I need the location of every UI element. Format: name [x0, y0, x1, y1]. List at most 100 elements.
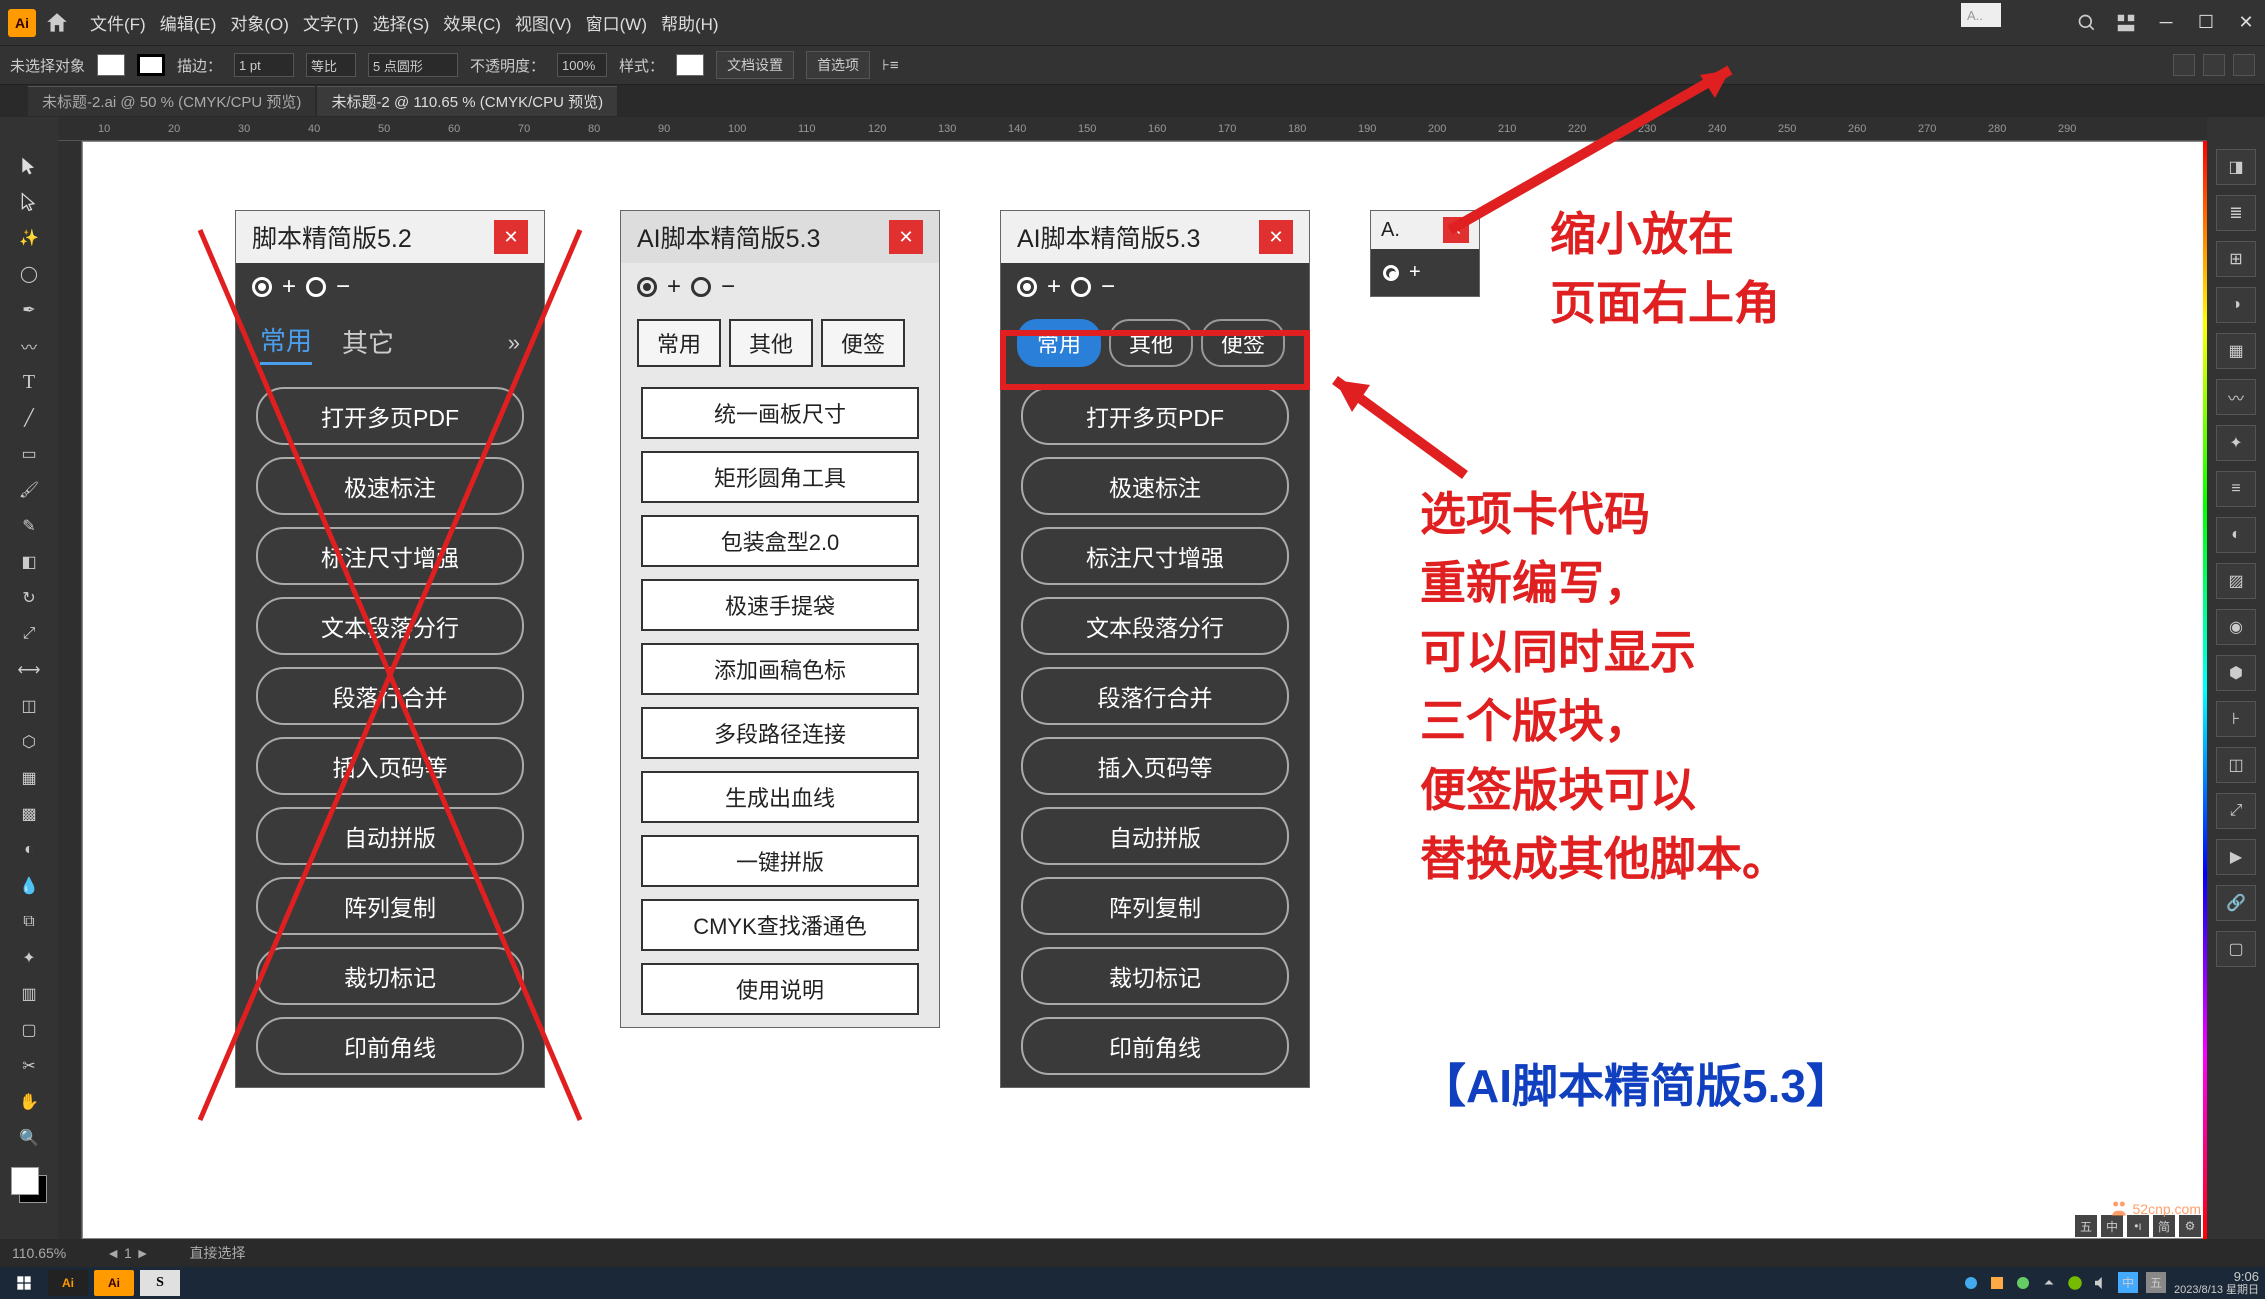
align-icon[interactable]: ⊦≡ [882, 56, 899, 74]
actions-panel-icon[interactable]: ▶ [2216, 839, 2256, 875]
stroke-panel-icon[interactable]: ≡ [2216, 471, 2256, 507]
links-panel-icon[interactable]: 🔗 [2216, 885, 2256, 921]
menu-effect[interactable]: 效果(C) [443, 10, 501, 35]
doc-tab-1[interactable]: 未标题-2.ai @ 50 % (CMYK/CPU 预览) [28, 86, 315, 116]
tray-icon-2[interactable] [1988, 1274, 2006, 1292]
doc-tab-2[interactable]: 未标题-2 @ 110.65 % (CMYK/CPU 预览) [317, 86, 617, 116]
direct-select-tool-icon[interactable] [7, 185, 51, 219]
selection-tool-icon[interactable] [7, 149, 51, 183]
btn-bleed-line[interactable]: 生成出血线 [641, 771, 919, 823]
fill-stroke-swatch[interactable] [9, 1165, 49, 1205]
stroke-swatch[interactable] [137, 54, 165, 76]
nvidia-icon[interactable] [2066, 1274, 2084, 1292]
btn-auto-layout[interactable]: 自动拼版 [1021, 807, 1289, 865]
brush-tool-icon[interactable]: 🖌 [7, 473, 51, 507]
menu-edit[interactable]: 编辑(E) [160, 10, 217, 35]
btn-text-split[interactable]: 文本段落分行 [256, 597, 524, 655]
magic-wand-tool-icon[interactable]: ✨ [7, 221, 51, 255]
btn-open-pdf[interactable]: 打开多页PDF [1021, 387, 1289, 445]
pen-tool-icon[interactable]: ✒ [7, 293, 51, 327]
menu-object[interactable]: 对象(O) [230, 10, 289, 35]
home-icon[interactable] [44, 10, 70, 36]
taskbar-s[interactable]: S [140, 1270, 180, 1296]
workspace-icon[interactable] [2115, 12, 2137, 34]
width-tool-icon[interactable]: ⟷ [7, 653, 51, 687]
docked-mini-chip[interactable]: A.. [1961, 3, 2001, 27]
panel-52-titlebar[interactable]: 脚本精简版5.2 ✕ [236, 211, 544, 263]
btn-add-swatch[interactable]: 添加画稿色标 [641, 643, 919, 695]
tab-other[interactable]: 其它 [342, 323, 394, 364]
line-tool-icon[interactable]: ╱ [7, 401, 51, 435]
blend-tool-icon[interactable]: ⧉ [7, 905, 51, 939]
opt-end-3[interactable] [2233, 54, 2255, 76]
swatches-panel-icon[interactable]: ▦ [2216, 333, 2256, 369]
brush-input[interactable] [368, 53, 458, 77]
btn-cmyk-pantone[interactable]: CMYK查找潘通色 [641, 899, 919, 951]
close-button[interactable]: ✕ [2235, 12, 2257, 34]
doc-setup-button[interactable]: 文档设置 [716, 51, 794, 79]
pathfinder-panel-icon[interactable]: ◫ [2216, 747, 2256, 783]
tab-note[interactable]: 便签 [821, 319, 905, 367]
ime-1[interactable]: 五 [2075, 1215, 2097, 1237]
mini-panel-titlebar[interactable]: A. ✕ [1371, 211, 1479, 249]
rotate-tool-icon[interactable]: ↻ [7, 581, 51, 615]
btn-para-merge[interactable]: 段落行合并 [256, 667, 524, 725]
btn-array-copy[interactable]: 阵列复制 [256, 877, 524, 935]
btn-dim-enhance[interactable]: 标注尺寸增强 [256, 527, 524, 585]
menu-select[interactable]: 选择(S) [373, 10, 430, 35]
graph-tool-icon[interactable]: ▥ [7, 977, 51, 1011]
tray-icon-1[interactable] [1962, 1274, 1980, 1292]
radio-off-icon[interactable] [691, 277, 711, 297]
color-panel-icon[interactable]: ◑ [2216, 287, 2256, 323]
maximize-button[interactable]: ☐ [2195, 12, 2217, 34]
menu-window[interactable]: 窗口(W) [586, 10, 647, 35]
nav-controls[interactable]: ◄ 1 ► [106, 1245, 149, 1261]
panel-53d-close-button[interactable]: ✕ [1259, 220, 1293, 254]
opacity-input[interactable] [557, 53, 607, 77]
btn-insert-page[interactable]: 插入页码等 [256, 737, 524, 795]
stroke-weight-input[interactable] [234, 53, 294, 77]
radio-on-icon[interactable] [1017, 277, 1037, 297]
zoom-level[interactable]: 110.65% [12, 1245, 66, 1261]
radio-on-icon[interactable] [252, 277, 272, 297]
curvature-tool-icon[interactable]: 〰 [7, 329, 51, 363]
btn-multi-path[interactable]: 多段路径连接 [641, 707, 919, 759]
radio-on-icon[interactable] [637, 277, 657, 297]
shaper-tool-icon[interactable]: ✎ [7, 509, 51, 543]
btn-print-corner[interactable]: 印前角线 [256, 1017, 524, 1075]
uniform-input[interactable] [306, 53, 356, 77]
btn-crop-marks[interactable]: 裁切标记 [1021, 947, 1289, 1005]
fill-swatch[interactable] [97, 54, 125, 76]
symbol-tool-icon[interactable]: ✦ [7, 941, 51, 975]
properties-panel-icon[interactable]: ◨ [2216, 149, 2256, 185]
menu-help[interactable]: 帮助(H) [661, 10, 719, 35]
artboards-panel-icon[interactable]: ▢ [2216, 931, 2256, 967]
btn-one-layout[interactable]: 一键拼版 [641, 835, 919, 887]
btn-print-corner[interactable]: 印前角线 [1021, 1017, 1289, 1075]
slice-tool-icon[interactable]: ✂ [7, 1049, 51, 1083]
btn-dim-enhance[interactable]: 标注尺寸增强 [1021, 527, 1289, 585]
btn-auto-layout[interactable]: 自动拼版 [256, 807, 524, 865]
tab-other[interactable]: 其他 [729, 319, 813, 367]
menu-type[interactable]: 文字(T) [303, 10, 359, 35]
btn-insert-page[interactable]: 插入页码等 [1021, 737, 1289, 795]
lasso-tool-icon[interactable]: ◯ [7, 257, 51, 291]
btn-array-copy[interactable]: 阵列复制 [1021, 877, 1289, 935]
btn-unify-artboard[interactable]: 统一画板尺寸 [641, 387, 919, 439]
radio-off-icon[interactable] [306, 277, 326, 297]
prefs-button[interactable]: 首选项 [806, 51, 870, 79]
scale-tool-icon[interactable]: ⤢ [7, 617, 51, 651]
panel-53d-titlebar[interactable]: AI脚本精简版5.3 ✕ [1001, 211, 1309, 263]
btn-text-split[interactable]: 文本段落分行 [1021, 597, 1289, 655]
btn-fast-annotate[interactable]: 极速标注 [256, 457, 524, 515]
clock[interactable]: 9:06 2023/8/13 星期日 [2174, 1270, 2259, 1296]
tray-icon-3[interactable] [2014, 1274, 2032, 1292]
panel-53l-titlebar[interactable]: AI脚本精简版5.3 ✕ [621, 211, 939, 263]
zoom-tool-icon[interactable]: 🔍 [7, 1121, 51, 1155]
hand-tool-icon[interactable]: ✋ [7, 1085, 51, 1119]
mesh-tool-icon[interactable]: ▩ [7, 797, 51, 831]
type-tool-icon[interactable]: T [7, 365, 51, 399]
free-transform-tool-icon[interactable]: ◫ [7, 689, 51, 723]
btn-package-box[interactable]: 包装盒型2.0 [641, 515, 919, 567]
libraries-panel-icon[interactable]: ⊞ [2216, 241, 2256, 277]
